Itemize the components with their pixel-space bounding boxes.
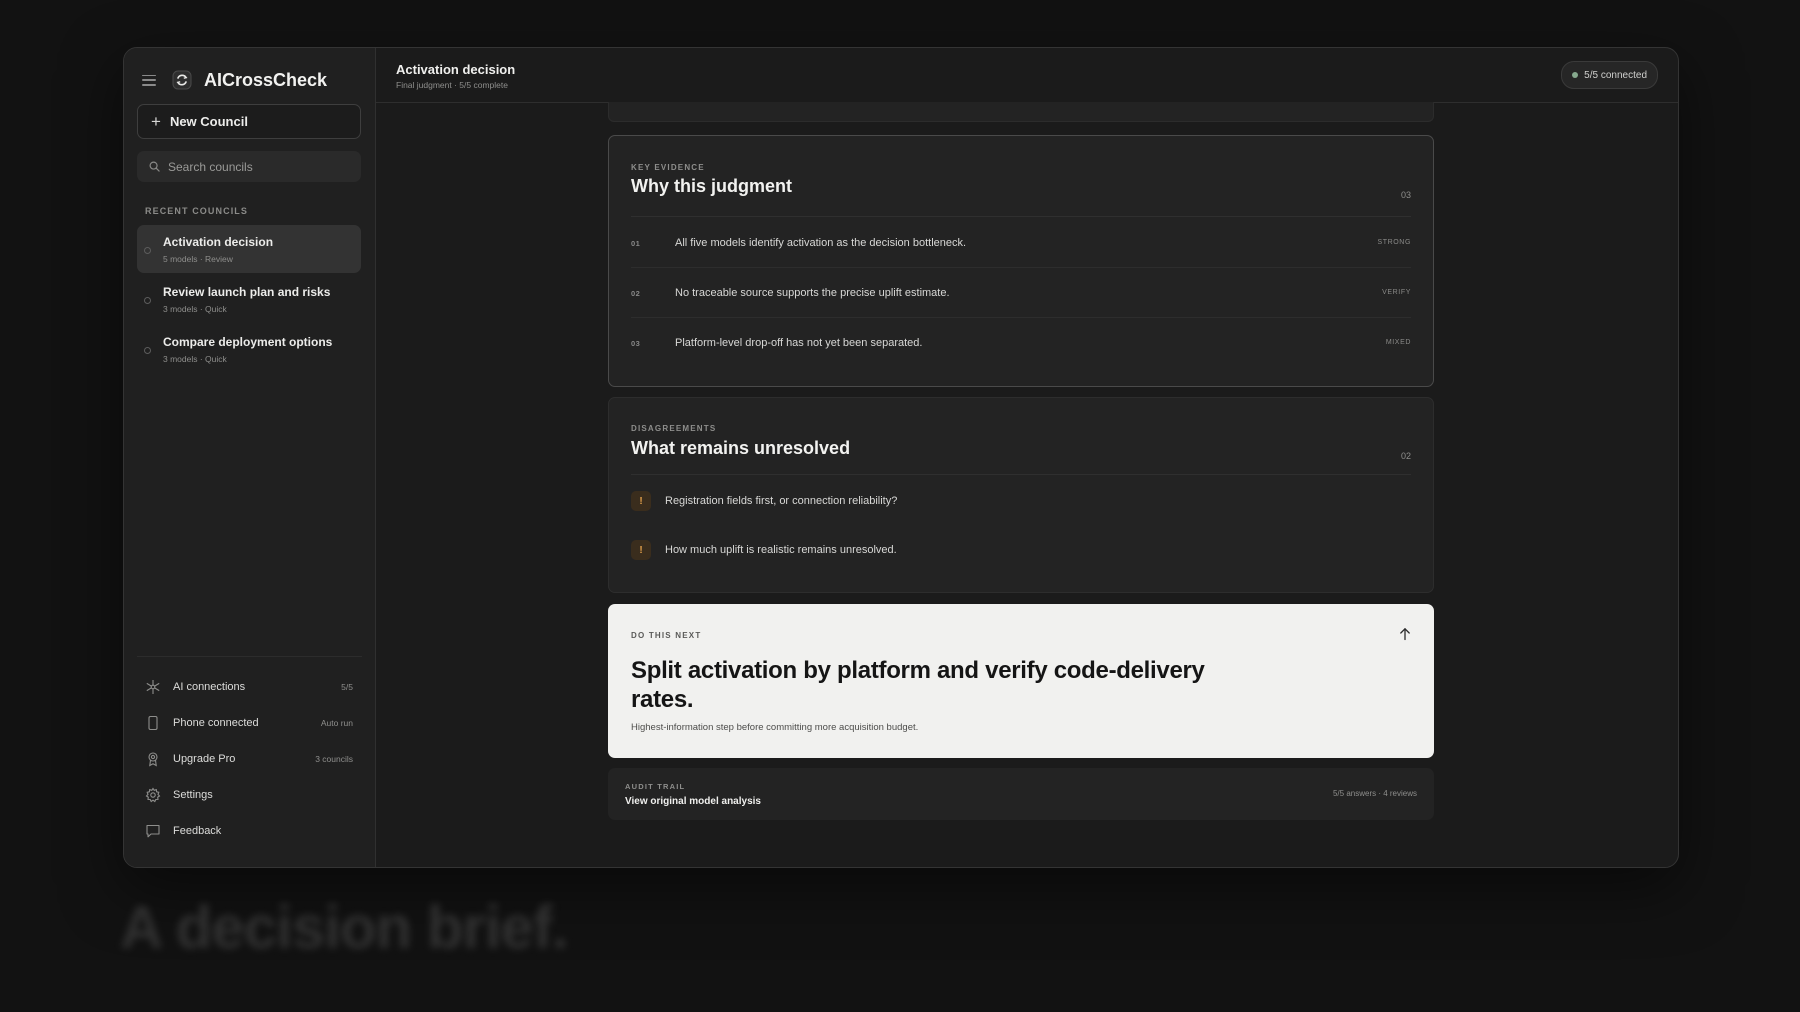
audit-trail-card[interactable]: AUDIT TRAIL View original model analysis… — [608, 768, 1434, 820]
sidebar: AICrossCheck + New Council RECENT COUNCI… — [124, 48, 376, 867]
nav-label: Upgrade Pro — [173, 753, 236, 765]
badge-icon — [145, 751, 161, 767]
council-title: Activation decision — [163, 235, 274, 249]
search-input[interactable] — [168, 159, 338, 174]
evidence-row: 02 No traceable source supports the prec… — [631, 268, 1411, 318]
section-eyebrow: DO THIS NEXT — [631, 631, 702, 640]
disagreement-row: ! How much uplift is realistic remains u… — [631, 535, 1411, 565]
hamburger-menu-icon[interactable] — [142, 74, 156, 86]
next-step-title: Split activation by platform and verify … — [631, 657, 1205, 713]
nav-meta: Auto run — [320, 718, 353, 728]
nav-feedback[interactable]: Feedback — [137, 817, 361, 845]
disagreement-row: ! Registration fields first, or connecti… — [631, 486, 1411, 516]
nav-meta: 3 councils — [315, 754, 353, 764]
recent-councils-label: RECENT COUNCILS — [145, 206, 249, 216]
evidence-row: 03 Platform-level drop-off has not yet b… — [631, 318, 1411, 368]
page-subtitle: Final judgment · 5/5 complete — [396, 80, 508, 90]
evidence-text: No traceable source supports the precise… — [675, 287, 950, 299]
disagreements-card: DISAGREEMENTS What remains unresolved 02… — [608, 397, 1434, 593]
section-eyebrow: AUDIT TRAIL — [625, 782, 686, 791]
section-count: 03 — [1400, 190, 1411, 200]
evidence-number: 02 — [631, 289, 641, 298]
nav-label: Phone connected — [173, 717, 259, 729]
council-title: Compare deployment options — [163, 335, 333, 349]
disagreement-text: Registration fields first, or connection… — [665, 495, 898, 507]
evidence-row: 01 All five models identify activation a… — [631, 218, 1411, 268]
council-status-dot — [144, 297, 151, 304]
audit-meta: 5/5 answers · 4 reviews — [1332, 789, 1417, 798]
page-title: Activation decision — [396, 62, 516, 77]
council-item-compare-deployment[interactable]: Compare deployment options 3 models · Qu… — [137, 325, 361, 373]
background-tagline: A decision brief. — [120, 894, 569, 961]
council-status-dot — [144, 347, 151, 354]
nav-phone-connected[interactable]: Phone connected Auto run — [137, 709, 361, 737]
council-meta: 3 models · Quick — [163, 304, 227, 314]
status-dot — [1572, 72, 1579, 78]
app-window: AICrossCheck + New Council RECENT COUNCI… — [123, 47, 1679, 868]
key-evidence-card: KEY EVIDENCE Why this judgment 03 01 All… — [608, 135, 1434, 387]
connection-status-badge[interactable]: 5/5 connected — [1561, 61, 1658, 89]
new-council-button[interactable]: + New Council — [137, 104, 361, 139]
search-icon — [149, 161, 160, 172]
nav-meta: 5/5 — [341, 682, 353, 692]
council-title: Review launch plan and risks — [163, 285, 331, 299]
evidence-tag: MIXED — [1385, 339, 1411, 346]
nav-ai-connections[interactable]: AI connections 5/5 — [137, 673, 361, 701]
evidence-tag: VERIFY — [1382, 289, 1411, 296]
arrow-up-icon[interactable] — [1398, 627, 1412, 641]
council-item-activation-decision[interactable]: Activation decision 5 models · Review — [137, 225, 361, 273]
nav-label: AI connections — [173, 681, 246, 693]
plus-icon: + — [151, 112, 161, 131]
section-title: What remains unresolved — [631, 438, 851, 458]
nav-settings[interactable]: Settings — [137, 781, 361, 809]
evidence-text: All five models identify activation as t… — [675, 237, 967, 249]
new-council-label: New Council — [169, 114, 248, 129]
view-analysis-link[interactable]: View original model analysis — [625, 796, 761, 807]
network-icon — [145, 679, 161, 695]
warning-icon: ! — [631, 491, 651, 511]
app-name: AICrossCheck — [204, 69, 328, 90]
nav-label: Feedback — [173, 825, 222, 837]
previous-card-edge — [608, 102, 1434, 122]
warning-icon: ! — [631, 540, 651, 560]
council-meta: 5 models · Review — [163, 254, 233, 264]
section-eyebrow: KEY EVIDENCE — [631, 163, 705, 172]
nav-upgrade-pro[interactable]: Upgrade Pro 3 councils — [137, 745, 361, 773]
section-title: Why this judgment — [631, 176, 792, 196]
phone-icon — [145, 715, 161, 731]
evidence-number: 01 — [631, 239, 641, 248]
divider — [631, 474, 1411, 475]
evidence-text: Platform-level drop-off has not yet been… — [675, 337, 923, 349]
divider — [631, 216, 1411, 217]
section-count: 02 — [1400, 451, 1411, 461]
next-step-card: DO THIS NEXT Split activation by platfor… — [608, 604, 1434, 758]
message-icon — [145, 823, 161, 839]
evidence-tag: STRONG — [1377, 239, 1411, 246]
council-item-review-launch-plan[interactable]: Review launch plan and risks 3 models · … — [137, 275, 361, 323]
section-eyebrow: DISAGREEMENTS — [631, 424, 717, 433]
app-logo-icon — [172, 70, 192, 90]
search-box — [137, 151, 361, 182]
nav-label: Settings — [173, 789, 213, 801]
council-meta: 3 models · Quick — [163, 354, 227, 364]
brand: AICrossCheck — [142, 68, 327, 92]
next-step-description: Highest-information step before committi… — [631, 722, 919, 733]
top-bar: Activation decision Final judgment · 5/5… — [376, 48, 1678, 103]
gear-icon — [145, 787, 161, 803]
evidence-number: 03 — [631, 339, 641, 348]
council-status-dot — [144, 247, 151, 254]
connection-status-text: 5/5 connected — [1584, 69, 1647, 81]
sidebar-divider — [137, 656, 362, 657]
disagreement-text: How much uplift is realistic remains unr… — [665, 544, 897, 556]
